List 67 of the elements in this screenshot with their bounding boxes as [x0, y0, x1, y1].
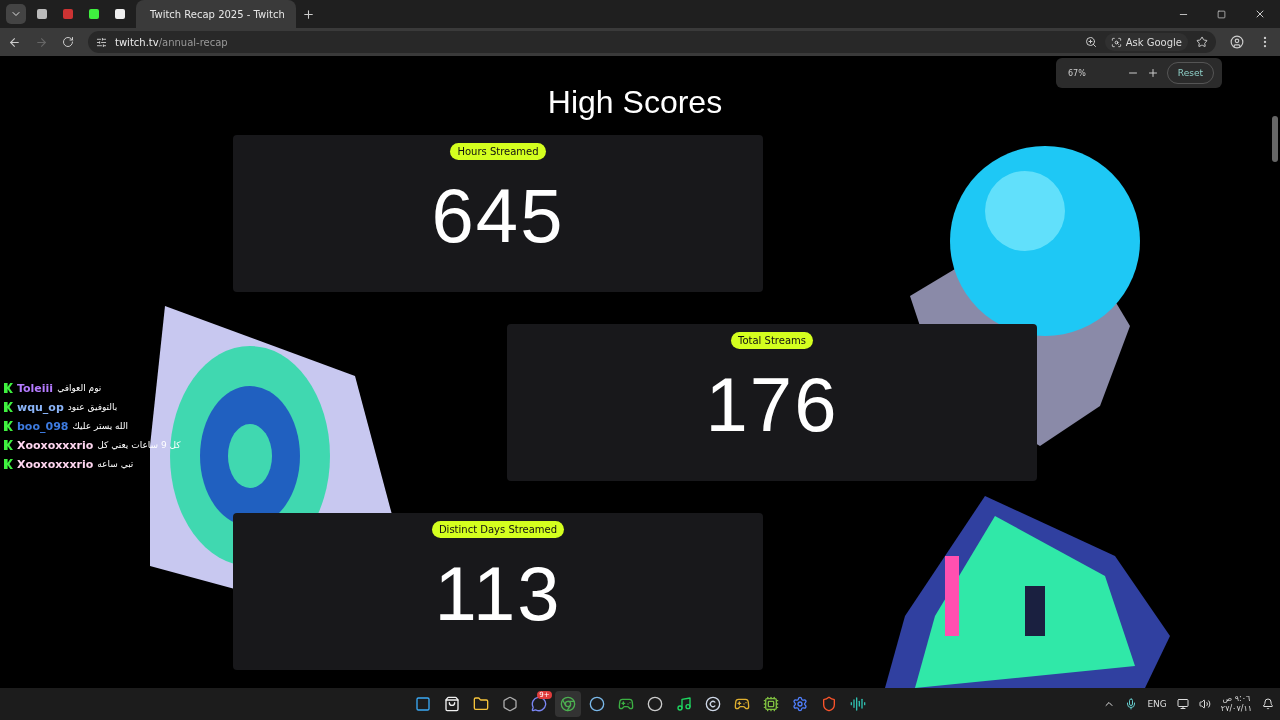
new-tab-button[interactable] — [302, 7, 315, 21]
forward-arrow-icon — [35, 35, 48, 49]
tab-favicon-icon — [63, 9, 73, 19]
maximize-icon — [1217, 9, 1226, 19]
stat-label: Hours Streamed — [450, 143, 546, 160]
back-button[interactable] — [8, 35, 21, 49]
chat-message: بالتوفيق عنود — [67, 402, 118, 412]
chat-message: تبي ساعه — [97, 459, 134, 469]
app-icon — [472, 696, 489, 712]
chat-username: Toleiii — [17, 381, 54, 395]
app-icon — [588, 696, 605, 712]
app-icon — [414, 696, 431, 712]
ask-google-button[interactable]: Ask Google — [1104, 33, 1188, 51]
address-bar[interactable]: twitch.tv/annual-recap Ask Google — [88, 31, 1216, 53]
app-icon — [617, 696, 634, 712]
scrollbar-thumb[interactable] — [1272, 116, 1278, 162]
app-icon — [501, 696, 518, 712]
tab-list-button[interactable] — [6, 4, 26, 24]
zoom-icon[interactable] — [1084, 36, 1097, 48]
stat-label: Distinct Days Streamed — [431, 521, 565, 538]
app-icon — [675, 696, 692, 712]
close-button[interactable] — [1254, 8, 1266, 20]
chat-username: wqu_op — [17, 400, 64, 414]
page-title: High Scores — [547, 84, 723, 121]
volume-icon[interactable] — [1198, 698, 1211, 710]
tab-favicon-icon — [37, 9, 47, 19]
stat-value: 176 — [705, 361, 839, 448]
site-settings-icon[interactable] — [96, 36, 107, 48]
zoom-in-button[interactable] — [1146, 67, 1159, 79]
app-icon — [646, 696, 663, 712]
chat-message: نوم العوافي — [57, 383, 102, 393]
app-icon — [443, 696, 460, 712]
chat-username: Xooxoxxxrio — [17, 438, 94, 452]
stat-value: 645 — [431, 172, 565, 259]
tab-favicon-icon — [89, 9, 99, 19]
chat-username: Xooxoxxxrio — [17, 457, 94, 471]
microphone-icon[interactable] — [1125, 698, 1138, 710]
maximize-button[interactable] — [1217, 9, 1226, 19]
reload-icon — [62, 36, 74, 48]
notifications-icon[interactable] — [1262, 698, 1274, 710]
plus-icon — [302, 7, 315, 21]
app-icon — [704, 696, 721, 712]
app-icon — [849, 696, 866, 712]
app-icon — [559, 696, 576, 712]
reload-button[interactable] — [62, 36, 74, 48]
stat-value: 113 — [434, 550, 562, 637]
back-arrow-icon — [8, 35, 21, 49]
network-icon[interactable] — [1176, 698, 1189, 710]
app-icon — [530, 696, 547, 712]
app-icon — [820, 696, 837, 712]
stat-label: Total Streams — [731, 332, 813, 349]
app-icon — [733, 696, 750, 712]
plus-icon — [1146, 67, 1159, 79]
taskbar-app-icon[interactable] — [554, 691, 581, 717]
tab-favicon-icon — [115, 9, 125, 19]
browser-tab[interactable]: Twitch Recap 2025 - Twitch — [136, 0, 296, 28]
chat-message: الله يستر عليك — [72, 421, 129, 431]
language-indicator[interactable]: ENG — [1147, 699, 1167, 709]
close-icon — [1254, 8, 1266, 20]
app-icon — [762, 696, 779, 712]
chat-username: boo_098 — [17, 419, 69, 433]
zoom-level: 67% — [1068, 68, 1086, 78]
profile-icon[interactable] — [1230, 35, 1244, 49]
app-icon — [791, 696, 808, 712]
clock[interactable]: ٩:٠٦ ص ٢٧/٠٧/١١ — [1220, 694, 1252, 714]
bookmark-star-icon[interactable] — [1196, 36, 1208, 48]
lens-icon — [1110, 36, 1122, 48]
